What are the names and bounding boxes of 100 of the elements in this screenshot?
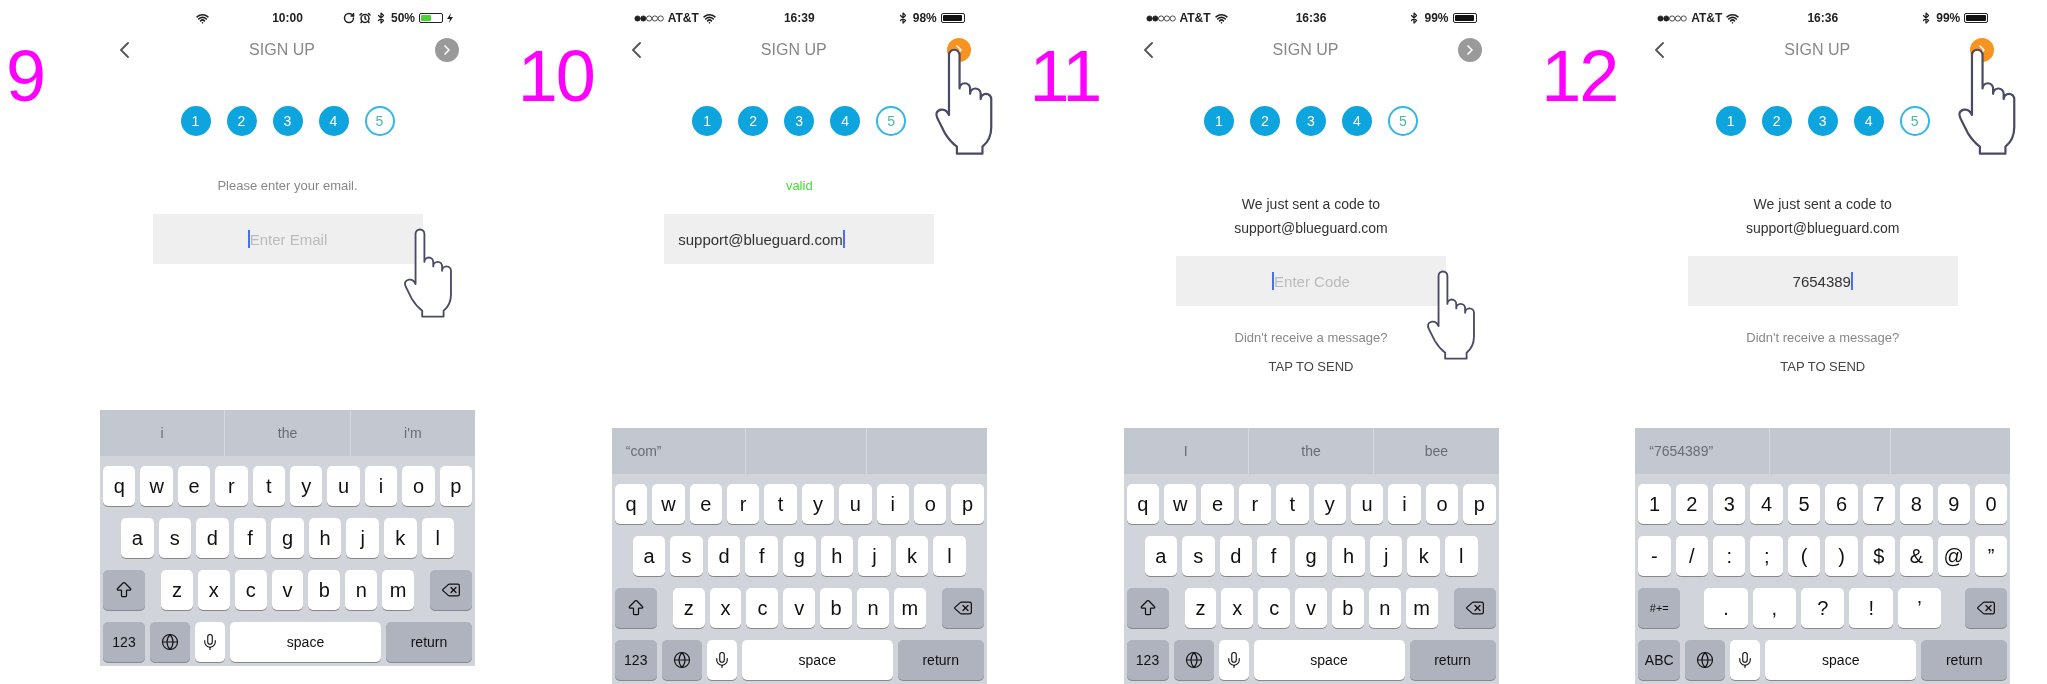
key[interactable]: n bbox=[1368, 588, 1401, 628]
key[interactable]: u bbox=[839, 484, 872, 524]
delete-key[interactable] bbox=[430, 570, 472, 610]
key[interactable]: g bbox=[1294, 536, 1328, 576]
key[interactable]: h bbox=[1332, 536, 1365, 576]
shift-key[interactable] bbox=[614, 588, 657, 628]
key[interactable]: l bbox=[421, 518, 455, 558]
key[interactable]: v bbox=[271, 570, 304, 610]
back-button[interactable] bbox=[631, 42, 641, 58]
mode-key[interactable]: 123 bbox=[1126, 640, 1169, 680]
key[interactable]: e bbox=[177, 466, 211, 506]
key[interactable]: 8 bbox=[1900, 484, 1933, 524]
key[interactable]: j bbox=[1369, 536, 1403, 576]
return-key[interactable]: return bbox=[897, 640, 984, 680]
key[interactable]: 0 bbox=[1974, 484, 2008, 524]
key[interactable]: a bbox=[121, 518, 154, 558]
key[interactable]: j bbox=[346, 518, 379, 558]
key[interactable]: : bbox=[1713, 536, 1746, 576]
tap-to-send-link[interactable]: TAP TO SEND bbox=[1780, 359, 1866, 374]
key[interactable]: f bbox=[233, 518, 267, 558]
key[interactable]: z bbox=[161, 570, 193, 610]
key[interactable]: b bbox=[308, 570, 341, 610]
key[interactable]: i bbox=[1388, 484, 1421, 524]
key[interactable]: z bbox=[672, 588, 705, 628]
delete-key[interactable] bbox=[1965, 588, 2008, 628]
shift-key[interactable] bbox=[103, 570, 145, 610]
key[interactable]: / bbox=[1675, 536, 1709, 576]
shift-key[interactable] bbox=[1126, 588, 1169, 628]
key[interactable]: w bbox=[652, 484, 685, 524]
key[interactable]: 3 bbox=[1713, 484, 1746, 524]
key[interactable]: ’ bbox=[1897, 588, 1942, 628]
mode-key[interactable]: 123 bbox=[614, 640, 657, 680]
key[interactable]: x bbox=[1221, 588, 1254, 628]
key[interactable]: f bbox=[1257, 536, 1290, 576]
key[interactable]: a bbox=[1144, 536, 1178, 576]
key[interactable]: i bbox=[364, 466, 398, 506]
key[interactable]: v bbox=[783, 588, 816, 628]
key[interactable]: m bbox=[382, 570, 414, 610]
key[interactable]: & bbox=[1900, 536, 1933, 576]
delete-key[interactable] bbox=[1453, 588, 1496, 628]
key[interactable]: s bbox=[1182, 536, 1215, 576]
mode-key[interactable]: ABC bbox=[1638, 640, 1681, 680]
space-key[interactable]: space bbox=[1253, 640, 1405, 680]
key[interactable]: p bbox=[439, 466, 473, 506]
delete-key[interactable] bbox=[941, 588, 984, 628]
key[interactable]: 2 bbox=[1675, 484, 1709, 524]
key[interactable]: v bbox=[1295, 588, 1327, 628]
globe-key[interactable] bbox=[1173, 640, 1214, 680]
key[interactable]: - bbox=[1638, 536, 1671, 576]
key[interactable]: q bbox=[614, 484, 648, 524]
key[interactable]: c bbox=[746, 588, 779, 628]
key[interactable]: h bbox=[820, 536, 854, 576]
key[interactable]: t bbox=[252, 466, 286, 506]
globe-key[interactable] bbox=[150, 622, 190, 662]
key[interactable]: p bbox=[951, 484, 984, 524]
mic-key[interactable] bbox=[1218, 640, 1249, 680]
key[interactable]: r bbox=[215, 466, 248, 506]
key[interactable]: g bbox=[271, 518, 304, 558]
key[interactable]: ; bbox=[1750, 536, 1783, 576]
key[interactable]: $ bbox=[1862, 536, 1896, 576]
key[interactable]: s bbox=[670, 536, 703, 576]
key[interactable]: c bbox=[1258, 588, 1291, 628]
key[interactable]: r bbox=[1238, 484, 1272, 524]
key[interactable]: y bbox=[290, 466, 323, 506]
key[interactable]: . bbox=[1704, 588, 1748, 628]
key[interactable]: u bbox=[327, 466, 360, 506]
key[interactable]: m bbox=[893, 588, 926, 628]
return-key[interactable]: return bbox=[1409, 640, 1496, 680]
key[interactable]: p bbox=[1463, 484, 1496, 524]
key[interactable]: q bbox=[1126, 484, 1159, 524]
key[interactable]: @ bbox=[1937, 536, 1970, 576]
key[interactable]: w bbox=[1163, 484, 1197, 524]
mic-key[interactable] bbox=[195, 622, 225, 662]
back-button[interactable] bbox=[120, 42, 129, 58]
key[interactable]: t bbox=[1276, 484, 1309, 524]
key[interactable]: n bbox=[345, 570, 378, 610]
key[interactable]: x bbox=[197, 570, 230, 610]
space-key[interactable]: space bbox=[741, 640, 893, 680]
key[interactable]: e bbox=[1201, 484, 1234, 524]
key[interactable]: 5 bbox=[1787, 484, 1821, 524]
space-key[interactable]: space bbox=[230, 622, 381, 662]
key[interactable]: f bbox=[745, 536, 778, 576]
key[interactable]: n bbox=[857, 588, 889, 628]
key[interactable]: a bbox=[632, 536, 666, 576]
key[interactable]: ” bbox=[1974, 536, 2008, 576]
key[interactable]: s bbox=[158, 518, 192, 558]
key[interactable]: x bbox=[709, 588, 742, 628]
back-button[interactable] bbox=[1655, 42, 1665, 58]
email-field[interactable]: support@blueguard.com bbox=[664, 214, 935, 264]
key[interactable]: z bbox=[1184, 588, 1217, 628]
key[interactable]: w bbox=[140, 466, 173, 506]
key[interactable]: k bbox=[895, 536, 929, 576]
key[interactable]: y bbox=[801, 484, 835, 524]
globe-key[interactable] bbox=[661, 640, 702, 680]
key[interactable]: l bbox=[933, 536, 966, 576]
key[interactable]: d bbox=[196, 518, 229, 558]
mode-key[interactable]: 123 bbox=[103, 622, 145, 662]
key[interactable]: c bbox=[234, 570, 267, 610]
key[interactable]: g bbox=[783, 536, 816, 576]
return-key[interactable]: return bbox=[1921, 640, 2008, 680]
